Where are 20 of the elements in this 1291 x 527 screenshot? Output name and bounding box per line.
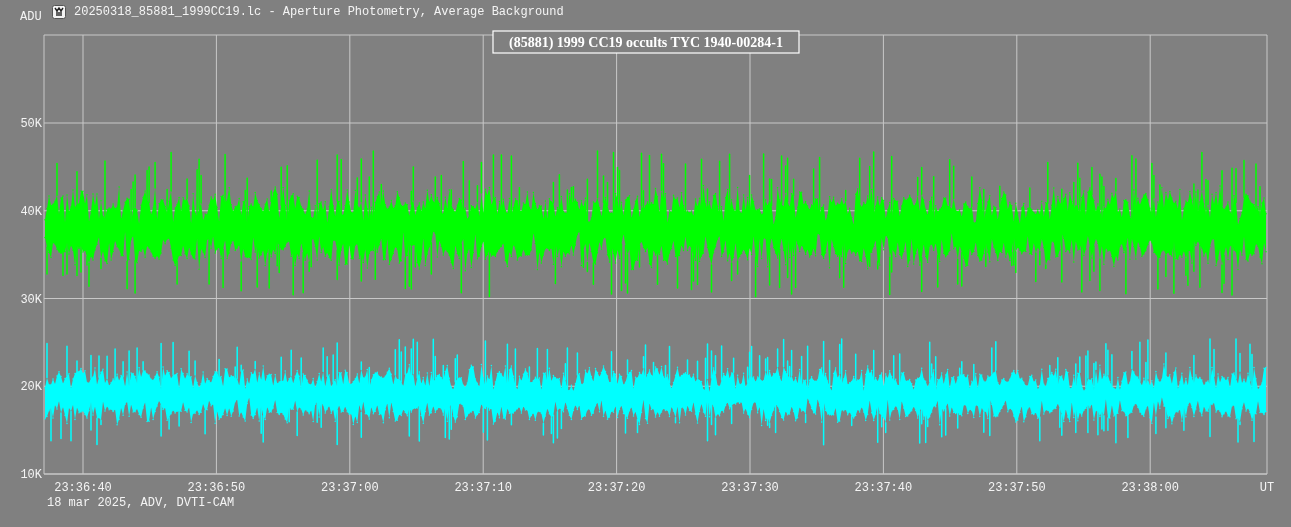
window-title: 20250318_85881_1999CC19.lc - Aperture Photometry, Average Background: [74, 5, 564, 19]
x-tick-label: 23:37:50: [988, 481, 1046, 495]
y-tick-label: 20K: [20, 380, 42, 395]
app-icon: [52, 5, 66, 19]
x-tick-label: 23:37:20: [587, 481, 646, 495]
y-tick-label: 50K: [20, 117, 42, 131]
axis-label: ADU: [20, 10, 43, 24]
x-tick-label: 23:38:00: [1121, 481, 1179, 495]
x-tick-label: 23:37:40: [854, 481, 913, 495]
axis-label: UT: [1259, 481, 1275, 495]
chart-title: (85881) 1999 CC19 occults TYC 1940-00284-1: [492, 30, 800, 54]
x-tick-label: 23:36:40: [54, 481, 112, 495]
x-tick-label: 23:37:00: [321, 481, 379, 495]
x-tick-label: 23:36:50: [187, 481, 246, 495]
y-tick-label: 10K: [20, 468, 42, 482]
x-tick-label: 23:37:30: [721, 481, 779, 495]
footer-text: 18 mar 2025, ADV, DVTI-CAM: [47, 496, 235, 510]
x-tick-label: 23:37:10: [454, 481, 512, 495]
y-tick-label: 30K: [20, 292, 42, 307]
y-tick-label: 40K: [20, 204, 42, 219]
